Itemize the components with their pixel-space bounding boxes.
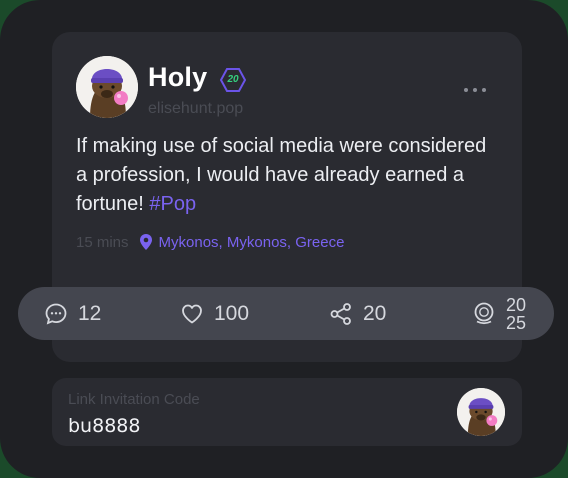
- heart-icon: [182, 304, 202, 323]
- invitation-code[interactable]: bu8888: [68, 415, 140, 437]
- invitation-label: Link Invitation Code: [68, 391, 200, 408]
- inviter-avatar: [457, 388, 505, 436]
- more-options-button[interactable]: [462, 80, 492, 100]
- more-dots-icon: [464, 88, 486, 92]
- share-icon: [330, 302, 351, 325]
- level-badge: 20: [219, 68, 247, 92]
- coin-value-roll: 20 25: [506, 294, 526, 334]
- coin-button[interactable]: 20 25: [472, 287, 526, 340]
- author-name[interactable]: Holy: [148, 62, 207, 93]
- comment-count: 12: [78, 301, 102, 325]
- comment-button[interactable]: 12: [44, 287, 101, 340]
- invitation-panel: Link Invitation Code bu8888: [52, 378, 522, 446]
- post-time: 15 mins: [76, 233, 129, 251]
- bear-avatar-icon: [76, 56, 138, 118]
- comment-icon: [45, 303, 67, 324]
- post-text: If making use of social media were consi…: [76, 135, 487, 215]
- location-pin-icon: [139, 234, 152, 250]
- post-meta: 15 mins Mykonos, Mykonos, Greece: [76, 232, 344, 252]
- post-body: If making use of social media were consi…: [76, 132, 496, 219]
- like-button[interactable]: 100: [180, 287, 249, 340]
- share-button[interactable]: 20: [329, 287, 386, 340]
- share-count: 20: [363, 301, 387, 325]
- hashtag-link[interactable]: #Pop: [149, 193, 196, 215]
- like-count: 100: [214, 301, 250, 325]
- location-link[interactable]: Mykonos, Mykonos, Greece: [159, 234, 345, 251]
- author-avatar[interactable]: [76, 56, 138, 118]
- author-handle: elisehunt.pop: [148, 100, 244, 117]
- coin-value-bottom: 25: [506, 312, 527, 333]
- coin-value-top: 20: [506, 294, 527, 315]
- bear-avatar-icon: [457, 388, 505, 436]
- coin-icon: [474, 302, 494, 324]
- level-value: 20: [227, 74, 239, 85]
- action-bar: 12 100 20 20 25: [18, 287, 554, 340]
